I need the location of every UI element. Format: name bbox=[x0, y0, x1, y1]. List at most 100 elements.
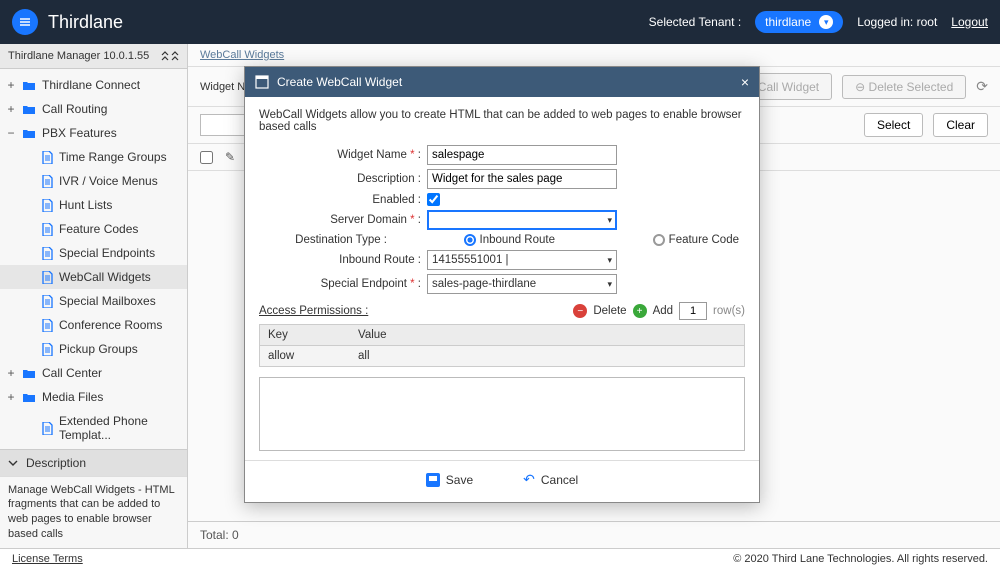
chevron-down-icon: ▾ bbox=[607, 279, 612, 290]
inbound-route-label: Inbound Route : bbox=[259, 254, 427, 266]
sidebar-item-extended-phone-templat[interactable]: Extended Phone Templat... bbox=[0, 409, 187, 447]
edit-icon: ✎ bbox=[225, 150, 235, 164]
document-icon bbox=[42, 422, 53, 435]
logout-link[interactable]: Logout bbox=[951, 15, 988, 29]
document-icon bbox=[42, 223, 53, 236]
select-all-checkbox[interactable] bbox=[200, 151, 213, 164]
sidebar-item-label: Feature Codes bbox=[59, 222, 138, 236]
delete-row-icon[interactable]: − bbox=[573, 304, 587, 318]
modal-intro: WebCall Widgets allow you to create HTML… bbox=[259, 109, 745, 133]
chevron-down-icon: ▾ bbox=[607, 215, 612, 226]
refresh-icon[interactable]: ⟳ bbox=[976, 78, 988, 95]
tenant-value: thirdlane bbox=[765, 15, 811, 29]
folder-icon bbox=[22, 128, 36, 139]
widget-name-label: Widget Name * : bbox=[259, 149, 427, 161]
sidebar-item-label: Media Files bbox=[42, 390, 103, 404]
inbound-route-select[interactable]: 14155551001 |▾ bbox=[427, 250, 617, 270]
tenant-label: Selected Tenant : bbox=[649, 15, 742, 29]
expander-icon[interactable]: + bbox=[6, 390, 16, 404]
undo-icon: ↶ bbox=[523, 471, 535, 488]
delete-selected-button[interactable]: ⊖ Delete Selected bbox=[842, 75, 966, 99]
sidebar-item-label: Pickup Groups bbox=[59, 342, 138, 356]
sidebar-item-label: Time Range Groups bbox=[59, 150, 167, 164]
sidebar-item-media-files[interactable]: + Media Files bbox=[0, 385, 187, 409]
widget-name-input[interactable] bbox=[427, 145, 617, 165]
sidebar-item-label: PBX Features bbox=[42, 126, 117, 140]
breadcrumb[interactable]: WebCall Widgets bbox=[188, 44, 1000, 67]
sidebar-item-special-mailboxes[interactable]: Special Mailboxes bbox=[0, 289, 187, 313]
permissions-table: Key Value allow all bbox=[259, 324, 745, 367]
logged-in-label: Logged in: root bbox=[857, 15, 937, 29]
sidebar-item-pbx-features[interactable]: − PBX Features bbox=[0, 121, 187, 145]
modal-create-webcall-widget: Create WebCall Widget × WebCall Widgets … bbox=[244, 66, 760, 503]
sidebar-item-label: WebCall Widgets bbox=[59, 270, 151, 284]
sidebar-item-label: Call Center bbox=[42, 366, 102, 380]
widget-html-textarea[interactable] bbox=[259, 377, 745, 451]
total-footer: Total: 0 bbox=[188, 521, 1000, 548]
sidebar-item-webcall-widgets[interactable]: WebCall Widgets bbox=[0, 265, 187, 289]
clear-button[interactable]: Clear bbox=[933, 113, 988, 137]
cancel-button[interactable]: ↶ Cancel bbox=[523, 471, 578, 488]
close-icon[interactable]: × bbox=[741, 74, 749, 90]
description-header[interactable]: Description bbox=[0, 449, 187, 476]
sidebar-item-time-range-groups[interactable]: Time Range Groups bbox=[0, 145, 187, 169]
folder-icon bbox=[22, 392, 36, 403]
sidebar-item-label: Call Routing bbox=[42, 102, 107, 116]
server-domain-select[interactable]: ▾ bbox=[427, 210, 617, 230]
add-row-label: Add bbox=[653, 305, 673, 317]
dest-type-label: Destination Type : bbox=[259, 234, 393, 246]
sidebar-item-thirdlane-connect[interactable]: +Thirdlane Connect bbox=[0, 73, 187, 97]
sidebar-item-pickup-groups[interactable]: Pickup Groups bbox=[0, 337, 187, 361]
sidebar-item-ivr-voice-menus[interactable]: IVR / Voice Menus bbox=[0, 169, 187, 193]
logo-icon bbox=[12, 9, 38, 35]
document-icon bbox=[42, 151, 53, 164]
expander-icon[interactable]: − bbox=[6, 126, 16, 140]
collapse-icon[interactable] bbox=[161, 51, 179, 61]
table-row[interactable]: allow all bbox=[260, 346, 744, 366]
perm-header-value: Value bbox=[350, 325, 395, 345]
sidebar-item-call-routing[interactable]: + Call Routing bbox=[0, 97, 187, 121]
sidebar-item-conference-rooms[interactable]: Conference Rooms bbox=[0, 313, 187, 337]
brand-title: Thirdlane bbox=[48, 12, 123, 33]
delete-row-label: Delete bbox=[593, 305, 626, 317]
add-row-icon[interactable]: + bbox=[633, 304, 647, 318]
sidebar: Thirdlane Manager 10.0.1.55 +Thirdlane C… bbox=[0, 44, 188, 548]
document-icon bbox=[42, 199, 53, 212]
save-button[interactable]: Save bbox=[426, 471, 473, 488]
dest-type-feature-radio[interactable]: Feature Code bbox=[577, 234, 745, 246]
description-input[interactable] bbox=[427, 169, 617, 189]
tenant-selector[interactable]: thirdlane ▾ bbox=[755, 11, 843, 33]
chevron-down-icon bbox=[8, 458, 18, 468]
chevron-down-icon: ▾ bbox=[819, 15, 833, 29]
copyright-text: © 2020 Third Lane Technologies. All righ… bbox=[733, 553, 988, 565]
dest-type-inbound-radio[interactable]: Inbound Route bbox=[393, 234, 561, 246]
document-icon bbox=[42, 319, 53, 332]
sidebar-item-feature-codes[interactable]: Feature Codes bbox=[0, 217, 187, 241]
expander-icon[interactable]: + bbox=[6, 366, 16, 380]
folder-icon bbox=[22, 368, 36, 379]
topbar: Thirdlane Selected Tenant : thirdlane ▾ … bbox=[0, 0, 1000, 44]
sidebar-item-label: Extended Phone Templat... bbox=[59, 414, 181, 442]
document-icon bbox=[42, 271, 53, 284]
sidebar-item-special-endpoints[interactable]: Special Endpoints bbox=[0, 241, 187, 265]
perm-key-cell: allow bbox=[260, 346, 350, 366]
expander-icon[interactable]: + bbox=[6, 78, 16, 92]
sidebar-item-hunt-lists[interactable]: Hunt Lists bbox=[0, 193, 187, 217]
select-button[interactable]: Select bbox=[864, 113, 923, 137]
permissions-title: Access Permissions : bbox=[259, 305, 368, 317]
rows-count-input[interactable] bbox=[679, 302, 707, 320]
enabled-checkbox[interactable] bbox=[427, 193, 440, 206]
sidebar-item-call-center[interactable]: + Call Center bbox=[0, 361, 187, 385]
sidebar-item-label: Conference Rooms bbox=[59, 318, 162, 332]
enabled-label: Enabled : bbox=[259, 194, 427, 206]
expander-icon[interactable]: + bbox=[6, 102, 16, 116]
sidebar-item-label: Special Endpoints bbox=[59, 246, 155, 260]
chevron-down-icon: ▾ bbox=[607, 255, 612, 266]
description-body: Manage WebCall Widgets - HTML fragments … bbox=[0, 476, 187, 548]
license-link[interactable]: License Terms bbox=[12, 553, 83, 565]
special-endpoint-select[interactable]: sales-page-thirdlane▾ bbox=[427, 274, 617, 294]
sidebar-header: Thirdlane Manager 10.0.1.55 bbox=[0, 44, 187, 69]
server-domain-label: Server Domain * : bbox=[259, 214, 427, 226]
sidebar-item-label: IVR / Voice Menus bbox=[59, 174, 158, 188]
document-icon bbox=[42, 175, 53, 188]
